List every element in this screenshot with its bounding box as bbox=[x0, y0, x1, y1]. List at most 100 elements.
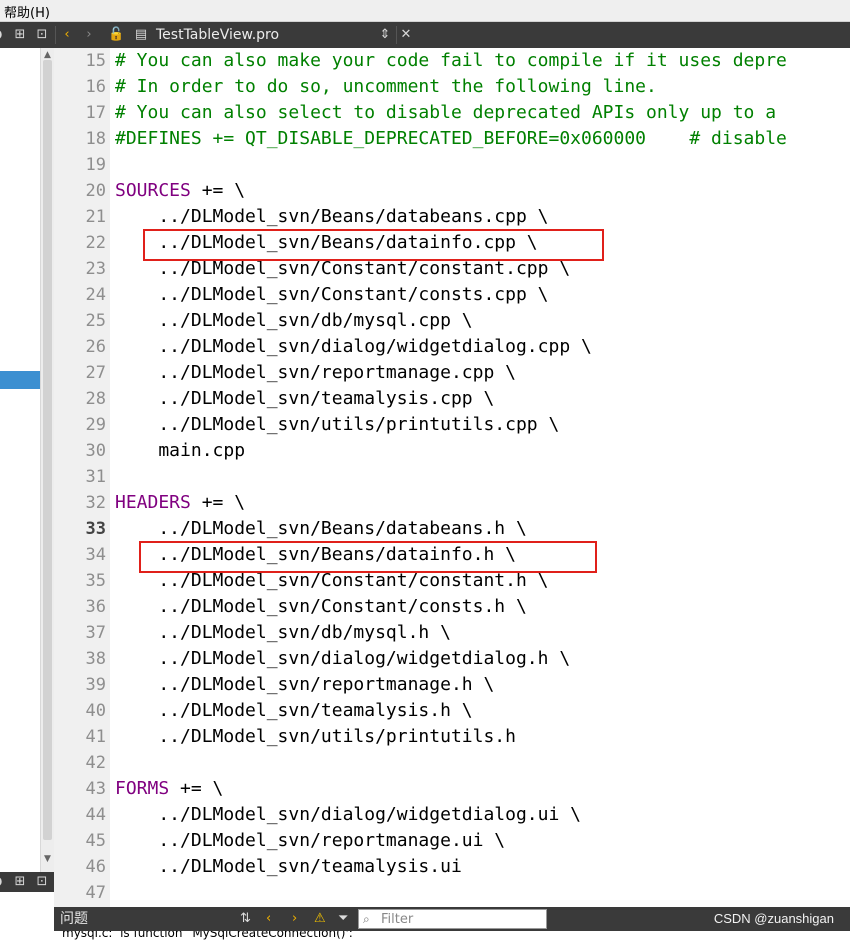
code-line[interactable]: 46 ../DLModel_svn/teamalysis.ui bbox=[54, 854, 850, 880]
bottom-left-toolbar: ◗ ⊞ ⊡ bbox=[0, 872, 54, 892]
close-panel-icon[interactable]: ⊡ bbox=[34, 26, 50, 44]
line-number: 19 bbox=[85, 155, 106, 175]
dropdown-icon[interactable]: ⇕ bbox=[378, 26, 392, 44]
line-number: 36 bbox=[85, 597, 106, 617]
code-line[interactable]: 36 ../DLModel_svn/Constant/consts.h \ bbox=[54, 594, 850, 620]
code-line[interactable]: 44 ../DLModel_svn/dialog/widgetdialog.ui… bbox=[54, 802, 850, 828]
filter-box[interactable]: ⌕ bbox=[358, 909, 547, 929]
code-line[interactable]: 42 bbox=[54, 750, 850, 776]
warning-icon[interactable]: ⚠ bbox=[314, 910, 326, 928]
code-line[interactable]: 40 ../DLModel_svn/teamalysis.h \ bbox=[54, 698, 850, 724]
scroll-up-icon[interactable]: ▲ bbox=[44, 50, 51, 60]
left-edge-icon: ◗ bbox=[0, 26, 4, 44]
line-number: 33 bbox=[85, 519, 106, 539]
operator: += \ bbox=[190, 492, 246, 513]
operator: += \ bbox=[190, 180, 246, 201]
line-number: 30 bbox=[85, 441, 106, 461]
line-number: 15 bbox=[85, 51, 106, 71]
line-number: 20 bbox=[85, 181, 106, 201]
line-number: 24 bbox=[85, 285, 106, 305]
line-number: 35 bbox=[85, 571, 106, 591]
code-line[interactable]: 17 # You can also select to disable depre… bbox=[54, 100, 850, 126]
code-line[interactable]: 27 ../DLModel_svn/reportmanage.cpp \ bbox=[54, 360, 850, 386]
split-icon[interactable]: ⊞ bbox=[12, 873, 28, 891]
scroll-thumb[interactable] bbox=[43, 60, 52, 840]
lock-icon[interactable]: 🔓 bbox=[108, 26, 124, 44]
code-line[interactable]: 45 ../DLModel_svn/reportmanage.ui \ bbox=[54, 828, 850, 854]
code-text: ../DLModel_svn/Beans/databeans.cpp \ bbox=[115, 206, 549, 227]
line-number: 16 bbox=[85, 77, 106, 97]
sidebar-scrollbar[interactable]: ▲ ▼ bbox=[40, 48, 54, 872]
filter-input[interactable] bbox=[381, 911, 541, 927]
variable-name: HEADERS bbox=[115, 492, 191, 513]
sidebar-selected-row[interactable] bbox=[0, 371, 40, 389]
line-number: 47 bbox=[85, 883, 106, 903]
code-text: ../DLModel_svn/teamalysis.cpp \ bbox=[115, 388, 495, 409]
menu-help[interactable]: 帮助(H) bbox=[4, 2, 50, 21]
code-line[interactable]: 18 #DEFINES += QT_DISABLE_DEPRECATED_BEFO… bbox=[54, 126, 850, 152]
code-line[interactable]: 28 ../DLModel_svn/teamalysis.cpp \ bbox=[54, 386, 850, 412]
code-line[interactable]: 30 main.cpp bbox=[54, 438, 850, 464]
code-line[interactable]: 31 bbox=[54, 464, 850, 490]
close-panel-icon[interactable]: ⊡ bbox=[34, 873, 50, 891]
editor-toolbar: ◗ ⊞ ⊡ ‹ › 🔓 ▤ TestTableView.pro ⇕ ✕ bbox=[0, 22, 850, 48]
line-number: 41 bbox=[85, 727, 106, 747]
code-line[interactable]: 20 SOURCES += \ bbox=[54, 178, 850, 204]
code-line[interactable]: 32 HEADERS += \ bbox=[54, 490, 850, 516]
code-text: ../DLModel_svn/dialog/widgetdialog.cpp \ bbox=[115, 336, 592, 357]
split-icon[interactable]: ⊞ bbox=[12, 26, 28, 44]
code-text: # You can also select to disable depreca… bbox=[115, 102, 777, 123]
code-line[interactable]: 43 FORMS += \ bbox=[54, 776, 850, 802]
line-number: 45 bbox=[85, 831, 106, 851]
code-line[interactable]: 33 ../DLModel_svn/Beans/databeans.h \ bbox=[54, 516, 850, 542]
code-text: ../DLModel_svn/utils/printutils.h bbox=[115, 726, 516, 747]
code-line[interactable]: 37 ../DLModel_svn/db/mysql.h \ bbox=[54, 620, 850, 646]
code-text: # In order to do so, uncomment the follo… bbox=[115, 76, 657, 97]
prev-issue-icon[interactable]: ‹ bbox=[266, 910, 271, 928]
code-text: ../DLModel_svn/reportmanage.cpp \ bbox=[115, 362, 516, 383]
left-edge-icon: ◗ bbox=[0, 873, 4, 891]
code-text: main.cpp bbox=[115, 440, 246, 461]
code-line[interactable]: 21 ../DLModel_svn/Beans/databeans.cpp \ bbox=[54, 204, 850, 230]
issue-row[interactable]: mysql.c: is function `MySqlCreateConnect… bbox=[54, 931, 850, 940]
file-icon: ▤ bbox=[134, 27, 148, 42]
line-number: 46 bbox=[85, 857, 106, 877]
code-line[interactable]: 41 ../DLModel_svn/utils/printutils.h bbox=[54, 724, 850, 750]
code-line[interactable]: 39 ../DLModel_svn/reportmanage.h \ bbox=[54, 672, 850, 698]
next-issue-icon[interactable]: › bbox=[292, 910, 297, 928]
variable-name: SOURCES bbox=[115, 180, 191, 201]
code-line[interactable]: 19 bbox=[54, 152, 850, 178]
line-number: 40 bbox=[85, 701, 106, 721]
code-line[interactable]: 26 ../DLModel_svn/dialog/widgetdialog.cp… bbox=[54, 334, 850, 360]
close-icon[interactable]: ✕ bbox=[399, 26, 413, 44]
code-line[interactable]: 29 ../DLModel_svn/utils/printutils.cpp \ bbox=[54, 412, 850, 438]
code-text: ../DLModel_svn/Constant/consts.cpp \ bbox=[115, 284, 549, 305]
line-number: 25 bbox=[85, 311, 106, 331]
menu-bar: 帮助(H) bbox=[0, 0, 850, 22]
code-text: HEADERS += \ bbox=[115, 490, 245, 516]
highlight-box bbox=[139, 541, 597, 573]
code-line[interactable]: 25 ../DLModel_svn/db/mysql.cpp \ bbox=[54, 308, 850, 334]
back-icon[interactable]: ‹ bbox=[60, 26, 74, 44]
code-line[interactable]: 15 # You can also make your code fail to … bbox=[54, 48, 850, 74]
code-text: FORMS += \ bbox=[115, 776, 223, 802]
code-text: SOURCES += \ bbox=[115, 178, 245, 204]
variable-name: FORMS bbox=[115, 778, 170, 799]
code-line[interactable]: 47 bbox=[54, 880, 850, 906]
code-editor[interactable]: 15 # You can also make your code fail to … bbox=[54, 48, 850, 907]
code-line[interactable]: 24 ../DLModel_svn/Constant/consts.cpp \ bbox=[54, 282, 850, 308]
line-number: 28 bbox=[85, 389, 106, 409]
forward-icon[interactable]: › bbox=[82, 26, 96, 44]
file-name[interactable]: TestTableView.pro bbox=[156, 26, 279, 44]
line-number: 31 bbox=[85, 467, 106, 487]
line-number: 37 bbox=[85, 623, 106, 643]
scroll-down-icon[interactable]: ▼ bbox=[44, 854, 51, 864]
code-line[interactable]: 16 # In order to do so, uncomment the fol… bbox=[54, 74, 850, 100]
sort-icon[interactable]: ⇅ bbox=[240, 910, 251, 928]
code-text: # You can also make your code fail to co… bbox=[115, 50, 787, 71]
line-number: 38 bbox=[85, 649, 106, 669]
code-text: ../DLModel_svn/reportmanage.h \ bbox=[115, 674, 495, 695]
highlight-box bbox=[143, 229, 604, 261]
filter-icon[interactable]: ⏷ bbox=[338, 910, 348, 928]
code-line[interactable]: 38 ../DLModel_svn/dialog/widgetdialog.h … bbox=[54, 646, 850, 672]
